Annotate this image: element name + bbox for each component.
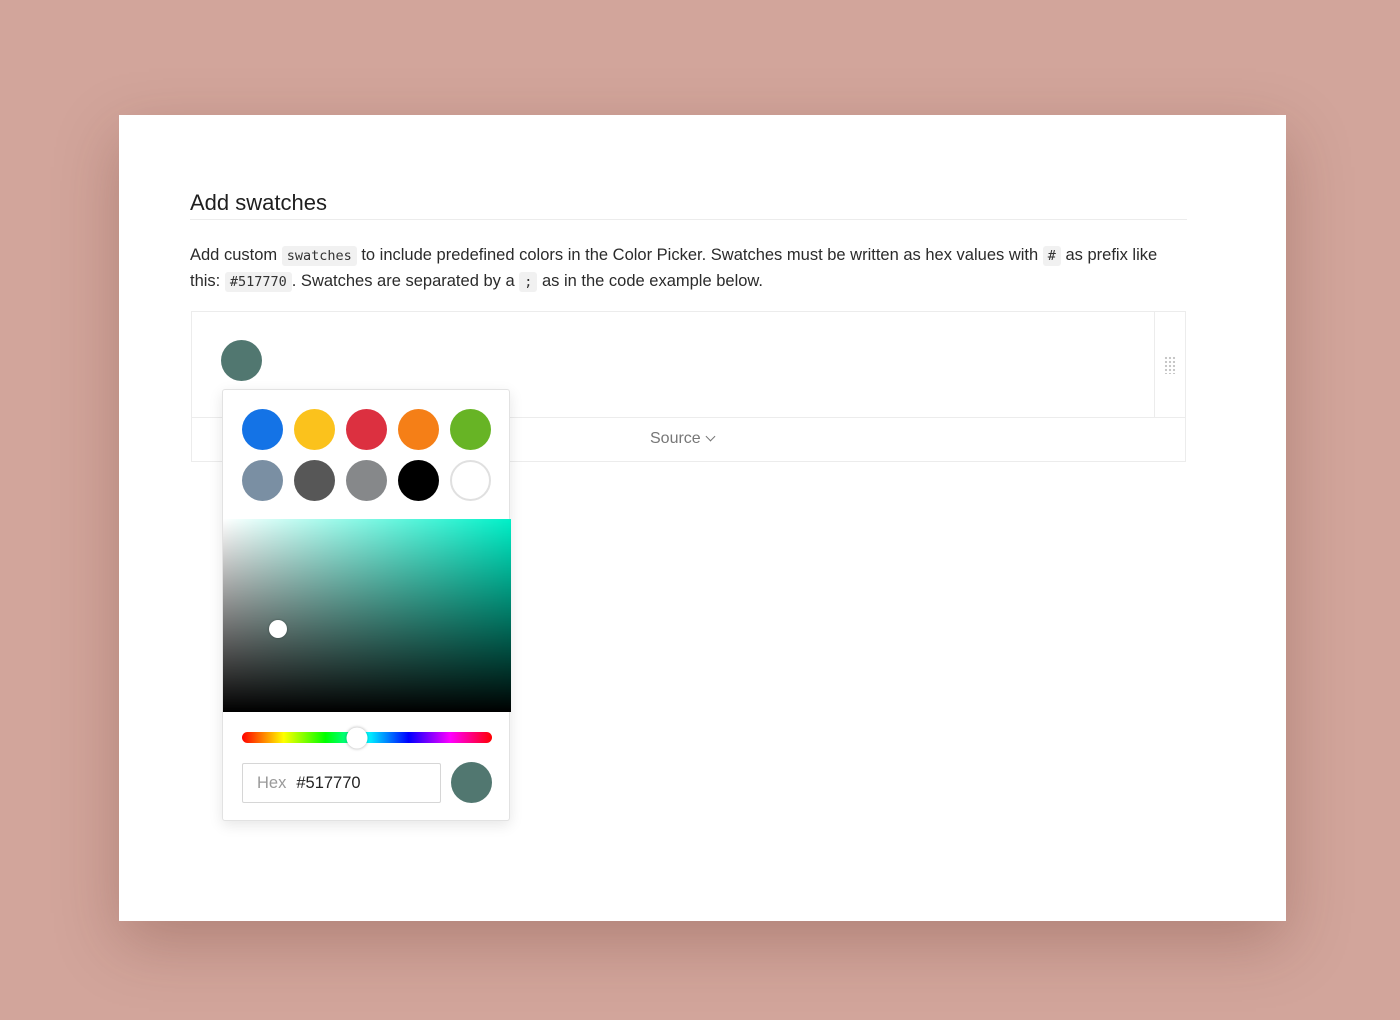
- content-page: Add swatches Add custom swatches to incl…: [119, 115, 1286, 921]
- saturation-brightness-area[interactable]: [223, 519, 511, 712]
- hue-slider[interactable]: [242, 727, 492, 748]
- brightness-black-gradient: [223, 519, 511, 712]
- section-heading: Add swatches: [190, 190, 327, 215]
- code-swatches: swatches: [281, 246, 357, 266]
- heading-divider: [190, 219, 1187, 220]
- code-hash: #: [1042, 246, 1061, 266]
- hex-field[interactable]: Hex: [242, 763, 441, 803]
- swatch-1[interactable]: [242, 409, 283, 450]
- hex-label: Hex: [257, 773, 287, 792]
- saturation-handle[interactable]: [268, 620, 287, 638]
- source-toggle-button[interactable]: Source: [650, 430, 716, 448]
- swatch-10[interactable]: [450, 460, 491, 501]
- swatch-6[interactable]: [242, 460, 283, 501]
- swatch-5[interactable]: [450, 409, 491, 450]
- color-picker-popover: Hex: [222, 389, 511, 821]
- desc-text-4: . Swatches are separated by a: [291, 272, 520, 290]
- desc-text-1: Add custom: [190, 246, 282, 264]
- desc-text-2: to include predefined colors in the Colo…: [356, 246, 1043, 264]
- section-description: Add custom swatches to include predefine…: [190, 243, 1190, 295]
- drag-handle-icon[interactable]: [1164, 356, 1176, 374]
- source-label: Source: [650, 430, 701, 447]
- desc-text-5: as in the code example below.: [537, 272, 764, 290]
- color-picker-trigger[interactable]: [221, 340, 262, 381]
- example-vertical-divider: [1154, 312, 1155, 417]
- swatch-2[interactable]: [294, 409, 335, 450]
- swatch-3[interactable]: [346, 409, 387, 450]
- code-hex-example: #517770: [224, 272, 292, 292]
- swatch-grid: [242, 409, 494, 501]
- hue-slider-handle[interactable]: [346, 727, 368, 748]
- hex-input[interactable]: [296, 773, 427, 793]
- swatch-7[interactable]: [294, 460, 335, 501]
- color-preview: [451, 762, 492, 803]
- code-semicolon: ;: [519, 272, 538, 292]
- swatch-9[interactable]: [398, 460, 439, 501]
- chevron-down-icon: [705, 431, 716, 442]
- swatch-4[interactable]: [398, 409, 439, 450]
- swatch-8[interactable]: [346, 460, 387, 501]
